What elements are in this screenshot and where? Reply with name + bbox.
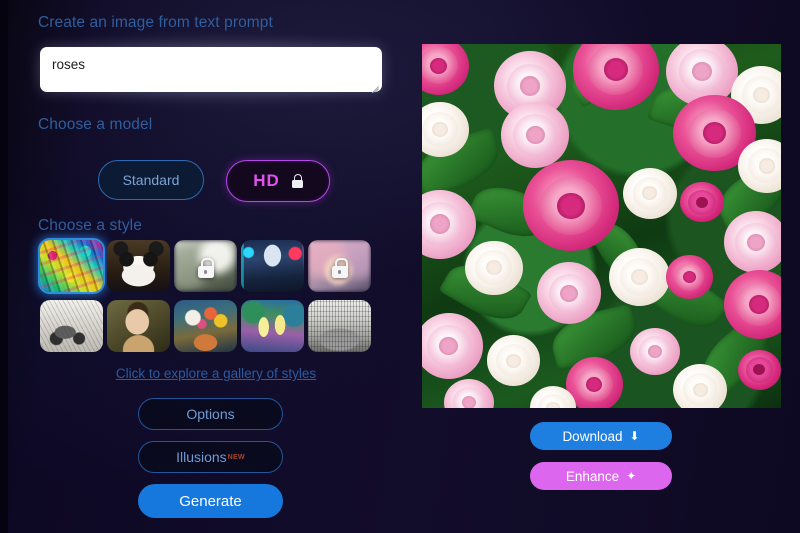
generate-button-label: Generate: [179, 492, 242, 510]
prompt-field-wrapper: [24, 31, 398, 108]
illusions-new-badge: NEW: [227, 453, 245, 461]
style-thumb-floral-still-life[interactable]: [174, 300, 237, 352]
style-thumb-soft-portrait[interactable]: [308, 240, 371, 292]
action-button-stack: Options Illusions NEW Generate: [138, 398, 283, 518]
style-art: [107, 240, 170, 292]
prompt-heading: Create an image from text prompt: [38, 14, 273, 31]
lock-icon: [331, 258, 348, 279]
style-thumb-blurred-cityscape[interactable]: [174, 240, 237, 292]
style-art: [241, 300, 304, 352]
enhance-button-label: Enhance: [565, 468, 620, 484]
generated-image[interactable]: [422, 44, 781, 408]
enhance-button[interactable]: Enhance ✦: [530, 462, 672, 490]
style-art: [40, 240, 103, 292]
style-heading: Choose a style: [38, 217, 142, 234]
style-thumb-pencil-sketch-car[interactable]: [40, 300, 103, 352]
controls-panel: Create an image from text prompt Choose …: [24, 0, 398, 533]
gallery-link[interactable]: Click to explore a gallery of styles: [96, 366, 336, 381]
style-art: [308, 300, 371, 352]
style-art: [241, 240, 304, 292]
model-option-hd[interactable]: HD: [226, 160, 330, 202]
illusions-button-label: Illusions: [176, 449, 227, 465]
style-art: [107, 300, 170, 352]
lock-icon: [197, 258, 214, 279]
style-art: [174, 300, 237, 352]
result-panel: Download ⬇ Enhance ✦: [422, 44, 782, 490]
result-action-buttons: Download ⬇ Enhance ✦: [530, 422, 672, 490]
model-option-standard[interactable]: Standard: [98, 160, 204, 200]
model-hd-label: HD: [253, 171, 280, 190]
download-arrow-icon: ⬇: [629, 429, 640, 443]
model-selector: Standard HD: [98, 160, 330, 202]
roses-artwork: [422, 44, 781, 408]
options-button-label: Options: [186, 406, 235, 422]
lock-icon: [291, 174, 303, 188]
style-thumb-abstract-colorful[interactable]: [38, 238, 105, 294]
style-thumb-panda-photo[interactable]: [107, 240, 170, 292]
download-button[interactable]: Download ⬇: [530, 422, 672, 450]
style-art: [40, 300, 103, 352]
model-heading: Choose a model: [38, 116, 153, 133]
sparkle-icon: ✦: [626, 469, 637, 483]
style-thumbnail-grid: [38, 238, 371, 352]
options-button[interactable]: Options: [138, 398, 283, 430]
model-standard-label: Standard: [122, 172, 180, 188]
style-thumb-city-engraving[interactable]: [308, 300, 371, 352]
style-thumb-renaissance-portrait[interactable]: [107, 300, 170, 352]
generate-button[interactable]: Generate: [138, 484, 283, 518]
prompt-input[interactable]: [40, 47, 382, 92]
left-edge-strip: [0, 0, 8, 533]
illusions-button[interactable]: Illusions NEW: [138, 441, 283, 473]
style-thumb-ballet-dancers[interactable]: [241, 300, 304, 352]
download-button-label: Download: [562, 428, 623, 444]
style-thumb-cyberpunk-robot[interactable]: [241, 240, 304, 292]
